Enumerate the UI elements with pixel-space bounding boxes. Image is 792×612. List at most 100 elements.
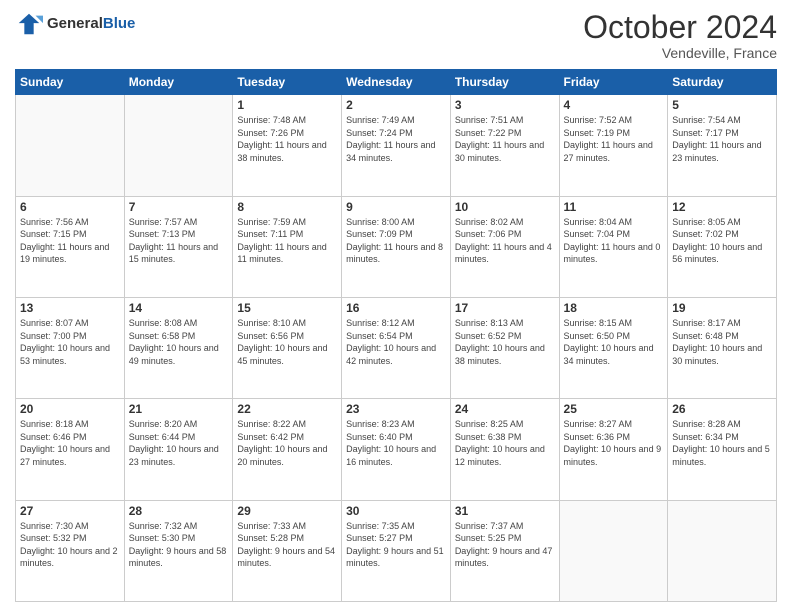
calendar-cell: 13 Sunrise: 8:07 AM Sunset: 7:00 PM Dayli… [16,297,125,398]
day-info: Sunrise: 8:28 AM Sunset: 6:34 PM Dayligh… [672,418,772,468]
calendar-week-row: 1 Sunrise: 7:48 AM Sunset: 7:26 PM Daylig… [16,95,777,196]
day-number: 31 [455,504,555,518]
day-number: 16 [346,301,446,315]
calendar-cell: 21 Sunrise: 8:20 AM Sunset: 6:44 PM Dayli… [124,399,233,500]
calendar-week-row: 13 Sunrise: 8:07 AM Sunset: 7:00 PM Dayli… [16,297,777,398]
weekday-header: Wednesday [342,70,451,95]
calendar-cell: 17Sunrise: 8:13 AM Sunset: 6:52 PM Dayli… [450,297,559,398]
calendar-cell: 24 Sunrise: 8:25 AM Sunset: 6:38 PM Dayli… [450,399,559,500]
day-number: 5 [672,98,772,112]
day-info: Sunrise: 8:10 AM Sunset: 6:56 PM Dayligh… [237,317,337,367]
day-info: Sunrise: 7:32 AM Sunset: 5:30 PM Dayligh… [129,520,229,570]
day-info: Sunrise: 8:12 AM Sunset: 6:54 PM Dayligh… [346,317,446,367]
header: GeneralBlue October 2024 Vendeville, Fra… [15,10,777,61]
title-area: October 2024 Vendeville, France [583,10,777,61]
calendar-cell [124,95,233,196]
day-number: 7 [129,200,229,214]
month-title: October 2024 [583,10,777,45]
day-info: Sunrise: 8:20 AM Sunset: 6:44 PM Dayligh… [129,418,229,468]
logo-text: GeneralBlue [47,16,135,33]
weekday-header: Friday [559,70,668,95]
calendar-header-row: SundayMondayTuesdayWednesdayThursdayFrid… [16,70,777,95]
calendar-cell: 10 Sunrise: 8:02 AM Sunset: 7:06 PM Dayli… [450,196,559,297]
day-number: 20 [20,402,120,416]
day-info: Sunrise: 8:15 AM Sunset: 6:50 PM Dayligh… [564,317,664,367]
day-number: 1 [237,98,337,112]
calendar-week-row: 20 Sunrise: 8:18 AM Sunset: 6:46 PM Dayli… [16,399,777,500]
day-info: Sunrise: 8:08 AM Sunset: 6:58 PM Dayligh… [129,317,229,367]
day-number: 25 [564,402,664,416]
day-info: Sunrise: 8:18 AM Sunset: 6:46 PM Dayligh… [20,418,120,468]
calendar-cell [16,95,125,196]
day-number: 13 [20,301,120,315]
calendar-cell: 11 Sunrise: 8:04 AM Sunset: 7:04 PM Dayli… [559,196,668,297]
calendar-cell: 19 Sunrise: 8:17 AM Sunset: 6:48 PM Dayli… [668,297,777,398]
day-info: Sunrise: 7:49 AM Sunset: 7:24 PM Dayligh… [346,114,446,164]
calendar-cell: 7 Sunrise: 7:57 AM Sunset: 7:13 PM Daylig… [124,196,233,297]
calendar-cell: 14 Sunrise: 8:08 AM Sunset: 6:58 PM Dayli… [124,297,233,398]
calendar-cell: 9 Sunrise: 8:00 AM Sunset: 7:09 PM Daylig… [342,196,451,297]
calendar-cell: 15Sunrise: 8:10 AM Sunset: 6:56 PM Dayli… [233,297,342,398]
day-number: 26 [672,402,772,416]
calendar-week-row: 27 Sunrise: 7:30 AM Sunset: 5:32 PM Dayli… [16,500,777,601]
calendar-cell: 29 Sunrise: 7:33 AM Sunset: 5:28 PM Dayli… [233,500,342,601]
day-number: 9 [346,200,446,214]
day-info: Sunrise: 8:02 AM Sunset: 7:06 PM Dayligh… [455,216,555,266]
day-number: 29 [237,504,337,518]
calendar-cell: 31 Sunrise: 7:37 AM Sunset: 5:25 PM Dayli… [450,500,559,601]
calendar-cell: 6 Sunrise: 7:56 AM Sunset: 7:15 PM Daylig… [16,196,125,297]
day-info: Sunrise: 7:57 AM Sunset: 7:13 PM Dayligh… [129,216,229,266]
day-number: 12 [672,200,772,214]
day-info: Sunrise: 7:56 AM Sunset: 7:15 PM Dayligh… [20,216,120,266]
weekday-header: Monday [124,70,233,95]
calendar-cell: 1 Sunrise: 7:48 AM Sunset: 7:26 PM Daylig… [233,95,342,196]
day-info: Sunrise: 8:25 AM Sunset: 6:38 PM Dayligh… [455,418,555,468]
calendar-cell: 18Sunrise: 8:15 AM Sunset: 6:50 PM Dayli… [559,297,668,398]
calendar-cell: 28 Sunrise: 7:32 AM Sunset: 5:30 PM Dayli… [124,500,233,601]
day-info: Sunrise: 7:48 AM Sunset: 7:26 PM Dayligh… [237,114,337,164]
day-info: Sunrise: 8:23 AM Sunset: 6:40 PM Dayligh… [346,418,446,468]
day-info: Sunrise: 8:07 AM Sunset: 7:00 PM Dayligh… [20,317,120,367]
day-info: Sunrise: 8:22 AM Sunset: 6:42 PM Dayligh… [237,418,337,468]
calendar-cell: 2 Sunrise: 7:49 AM Sunset: 7:24 PM Daylig… [342,95,451,196]
day-number: 27 [20,504,120,518]
weekday-header: Saturday [668,70,777,95]
day-number: 2 [346,98,446,112]
calendar-cell: 23 Sunrise: 8:23 AM Sunset: 6:40 PM Dayli… [342,399,451,500]
calendar-table: SundayMondayTuesdayWednesdayThursdayFrid… [15,69,777,602]
location: Vendeville, France [583,45,777,61]
day-info: Sunrise: 8:04 AM Sunset: 7:04 PM Dayligh… [564,216,664,266]
day-number: 6 [20,200,120,214]
day-number: 17 [455,301,555,315]
day-info: Sunrise: 7:52 AM Sunset: 7:19 PM Dayligh… [564,114,664,164]
calendar-cell: 20 Sunrise: 8:18 AM Sunset: 6:46 PM Dayli… [16,399,125,500]
weekday-header: Thursday [450,70,559,95]
day-number: 4 [564,98,664,112]
calendar-cell: 26 Sunrise: 8:28 AM Sunset: 6:34 PM Dayli… [668,399,777,500]
weekday-header: Sunday [16,70,125,95]
day-number: 19 [672,301,772,315]
day-number: 8 [237,200,337,214]
calendar-cell: 3Sunrise: 7:51 AM Sunset: 7:22 PM Daylig… [450,95,559,196]
calendar-cell: 8Sunrise: 7:59 AM Sunset: 7:11 PM Daylig… [233,196,342,297]
day-number: 28 [129,504,229,518]
calendar-cell [559,500,668,601]
weekday-header: Tuesday [233,70,342,95]
day-info: Sunrise: 8:27 AM Sunset: 6:36 PM Dayligh… [564,418,664,468]
day-number: 24 [455,402,555,416]
day-info: Sunrise: 7:33 AM Sunset: 5:28 PM Dayligh… [237,520,337,570]
day-number: 23 [346,402,446,416]
day-number: 11 [564,200,664,214]
day-info: Sunrise: 8:00 AM Sunset: 7:09 PM Dayligh… [346,216,446,266]
calendar-cell: 25 Sunrise: 8:27 AM Sunset: 6:36 PM Dayli… [559,399,668,500]
day-number: 10 [455,200,555,214]
calendar-cell: 27 Sunrise: 7:30 AM Sunset: 5:32 PM Dayli… [16,500,125,601]
day-number: 14 [129,301,229,315]
day-number: 21 [129,402,229,416]
day-info: Sunrise: 7:30 AM Sunset: 5:32 PM Dayligh… [20,520,120,570]
calendar-cell: 16 Sunrise: 8:12 AM Sunset: 6:54 PM Dayli… [342,297,451,398]
day-info: Sunrise: 7:37 AM Sunset: 5:25 PM Dayligh… [455,520,555,570]
day-info: Sunrise: 7:35 AM Sunset: 5:27 PM Dayligh… [346,520,446,570]
day-info: Sunrise: 8:17 AM Sunset: 6:48 PM Dayligh… [672,317,772,367]
calendar-cell [668,500,777,601]
